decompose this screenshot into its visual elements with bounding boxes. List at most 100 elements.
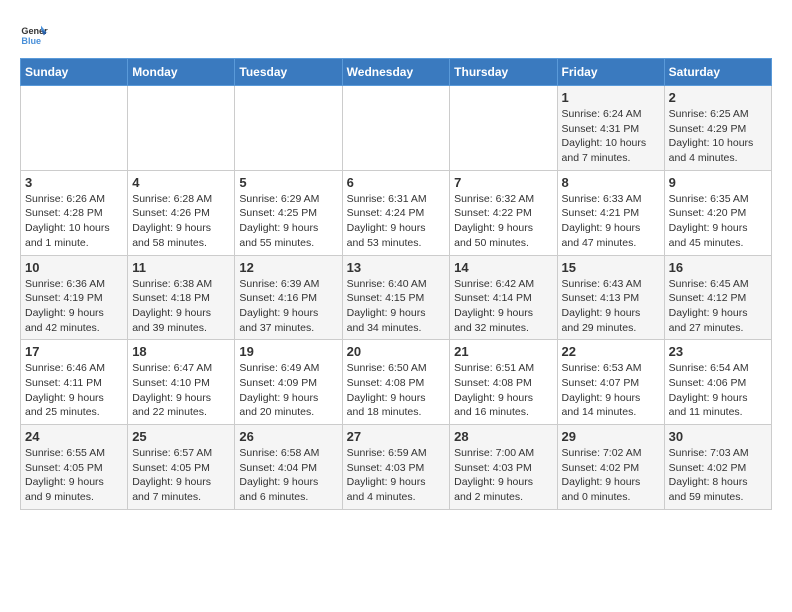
day-info: Sunrise: 6:51 AM Sunset: 4:08 PM Dayligh…: [454, 361, 552, 420]
day-number: 7: [454, 175, 552, 190]
calendar-cell: [235, 86, 342, 171]
calendar-cell: 21 Sunrise: 6:51 AM Sunset: 4:08 PM Dayli…: [450, 340, 557, 425]
day-info: Sunrise: 6:39 AM Sunset: 4:16 PM Dayligh…: [239, 277, 337, 336]
calendar-table: SundayMondayTuesdayWednesdayThursdayFrid…: [20, 58, 772, 510]
day-number: 21: [454, 344, 552, 359]
day-number: 2: [669, 90, 767, 105]
calendar-cell: 18 Sunrise: 6:47 AM Sunset: 4:10 PM Dayli…: [128, 340, 235, 425]
calendar-cell: [128, 86, 235, 171]
day-info: Sunrise: 6:25 AM Sunset: 4:29 PM Dayligh…: [669, 107, 767, 166]
day-number: 29: [562, 429, 660, 444]
day-info: Sunrise: 6:58 AM Sunset: 4:04 PM Dayligh…: [239, 446, 337, 505]
day-info: Sunrise: 6:33 AM Sunset: 4:21 PM Dayligh…: [562, 192, 660, 251]
calendar-week-row: 17 Sunrise: 6:46 AM Sunset: 4:11 PM Dayli…: [21, 340, 772, 425]
calendar-cell: 16Sunrise: 6:45 AM Sunset: 4:12 PM Dayli…: [664, 255, 771, 340]
day-info: Sunrise: 6:57 AM Sunset: 4:05 PM Dayligh…: [132, 446, 230, 505]
day-info: Sunrise: 6:50 AM Sunset: 4:08 PM Dayligh…: [347, 361, 446, 420]
day-info: Sunrise: 6:59 AM Sunset: 4:03 PM Dayligh…: [347, 446, 446, 505]
day-info: Sunrise: 7:03 AM Sunset: 4:02 PM Dayligh…: [669, 446, 767, 505]
day-info: Sunrise: 6:47 AM Sunset: 4:10 PM Dayligh…: [132, 361, 230, 420]
weekday-header-cell: Monday: [128, 59, 235, 86]
weekday-header-cell: Thursday: [450, 59, 557, 86]
day-info: Sunrise: 6:32 AM Sunset: 4:22 PM Dayligh…: [454, 192, 552, 251]
calendar-cell: 3 Sunrise: 6:26 AM Sunset: 4:28 PM Daylig…: [21, 170, 128, 255]
day-number: 30: [669, 429, 767, 444]
weekday-header-row: SundayMondayTuesdayWednesdayThursdayFrid…: [21, 59, 772, 86]
calendar-week-row: 3 Sunrise: 6:26 AM Sunset: 4:28 PM Daylig…: [21, 170, 772, 255]
day-number: 4: [132, 175, 230, 190]
day-info: Sunrise: 6:35 AM Sunset: 4:20 PM Dayligh…: [669, 192, 767, 251]
day-number: 23: [669, 344, 767, 359]
calendar-cell: 10 Sunrise: 6:36 AM Sunset: 4:19 PM Dayli…: [21, 255, 128, 340]
weekday-header-cell: Friday: [557, 59, 664, 86]
day-info: Sunrise: 7:00 AM Sunset: 4:03 PM Dayligh…: [454, 446, 552, 505]
calendar-cell: 24 Sunrise: 6:55 AM Sunset: 4:05 PM Dayli…: [21, 425, 128, 510]
calendar-cell: 28 Sunrise: 7:00 AM Sunset: 4:03 PM Dayli…: [450, 425, 557, 510]
day-number: 24: [25, 429, 123, 444]
weekday-header-cell: Tuesday: [235, 59, 342, 86]
calendar-cell: 7 Sunrise: 6:32 AM Sunset: 4:22 PM Daylig…: [450, 170, 557, 255]
day-number: 6: [347, 175, 446, 190]
day-number: 17: [25, 344, 123, 359]
calendar-week-row: 24 Sunrise: 6:55 AM Sunset: 4:05 PM Dayli…: [21, 425, 772, 510]
calendar-cell: [450, 86, 557, 171]
day-number: 13: [347, 260, 446, 275]
calendar-week-row: 1 Sunrise: 6:24 AM Sunset: 4:31 PM Daylig…: [21, 86, 772, 171]
day-info: Sunrise: 6:49 AM Sunset: 4:09 PM Dayligh…: [239, 361, 337, 420]
day-info: Sunrise: 6:28 AM Sunset: 4:26 PM Dayligh…: [132, 192, 230, 251]
day-number: 1: [562, 90, 660, 105]
calendar-cell: 19 Sunrise: 6:49 AM Sunset: 4:09 PM Dayli…: [235, 340, 342, 425]
day-info: Sunrise: 6:46 AM Sunset: 4:11 PM Dayligh…: [25, 361, 123, 420]
day-info: Sunrise: 6:31 AM Sunset: 4:24 PM Dayligh…: [347, 192, 446, 251]
calendar-cell: 27 Sunrise: 6:59 AM Sunset: 4:03 PM Dayli…: [342, 425, 450, 510]
calendar-cell: 1 Sunrise: 6:24 AM Sunset: 4:31 PM Daylig…: [557, 86, 664, 171]
day-info: Sunrise: 6:43 AM Sunset: 4:13 PM Dayligh…: [562, 277, 660, 336]
day-number: 28: [454, 429, 552, 444]
day-info: Sunrise: 6:26 AM Sunset: 4:28 PM Dayligh…: [25, 192, 123, 251]
logo: General Blue: [20, 20, 48, 48]
day-info: Sunrise: 6:29 AM Sunset: 4:25 PM Dayligh…: [239, 192, 337, 251]
day-number: 10: [25, 260, 123, 275]
calendar-cell: 6 Sunrise: 6:31 AM Sunset: 4:24 PM Daylig…: [342, 170, 450, 255]
day-info: Sunrise: 6:42 AM Sunset: 4:14 PM Dayligh…: [454, 277, 552, 336]
calendar-cell: 25 Sunrise: 6:57 AM Sunset: 4:05 PM Dayli…: [128, 425, 235, 510]
day-number: 26: [239, 429, 337, 444]
day-number: 12: [239, 260, 337, 275]
calendar-cell: 8Sunrise: 6:33 AM Sunset: 4:21 PM Daylig…: [557, 170, 664, 255]
day-number: 9: [669, 175, 767, 190]
day-number: 19: [239, 344, 337, 359]
calendar-cell: 11Sunrise: 6:38 AM Sunset: 4:18 PM Dayli…: [128, 255, 235, 340]
day-number: 20: [347, 344, 446, 359]
day-number: 18: [132, 344, 230, 359]
calendar-cell: 26 Sunrise: 6:58 AM Sunset: 4:04 PM Dayli…: [235, 425, 342, 510]
day-number: 5: [239, 175, 337, 190]
day-number: 11: [132, 260, 230, 275]
weekday-header-cell: Wednesday: [342, 59, 450, 86]
calendar-cell: 9 Sunrise: 6:35 AM Sunset: 4:20 PM Daylig…: [664, 170, 771, 255]
calendar-cell: 17 Sunrise: 6:46 AM Sunset: 4:11 PM Dayli…: [21, 340, 128, 425]
calendar-cell: [342, 86, 450, 171]
page-header: General Blue: [20, 20, 772, 48]
day-info: Sunrise: 6:55 AM Sunset: 4:05 PM Dayligh…: [25, 446, 123, 505]
calendar-cell: 20 Sunrise: 6:50 AM Sunset: 4:08 PM Dayli…: [342, 340, 450, 425]
day-number: 27: [347, 429, 446, 444]
day-info: Sunrise: 6:24 AM Sunset: 4:31 PM Dayligh…: [562, 107, 660, 166]
calendar-cell: 12 Sunrise: 6:39 AM Sunset: 4:16 PM Dayli…: [235, 255, 342, 340]
calendar-cell: 13Sunrise: 6:40 AM Sunset: 4:15 PM Dayli…: [342, 255, 450, 340]
calendar-cell: 5 Sunrise: 6:29 AM Sunset: 4:25 PM Daylig…: [235, 170, 342, 255]
calendar-body: 1 Sunrise: 6:24 AM Sunset: 4:31 PM Daylig…: [21, 86, 772, 510]
calendar-cell: 15 Sunrise: 6:43 AM Sunset: 4:13 PM Dayli…: [557, 255, 664, 340]
day-number: 15: [562, 260, 660, 275]
day-number: 14: [454, 260, 552, 275]
calendar-week-row: 10 Sunrise: 6:36 AM Sunset: 4:19 PM Dayli…: [21, 255, 772, 340]
day-number: 3: [25, 175, 123, 190]
day-info: Sunrise: 6:54 AM Sunset: 4:06 PM Dayligh…: [669, 361, 767, 420]
day-number: 25: [132, 429, 230, 444]
calendar-cell: 22Sunrise: 6:53 AM Sunset: 4:07 PM Dayli…: [557, 340, 664, 425]
calendar-cell: 29 Sunrise: 7:02 AM Sunset: 4:02 PM Dayli…: [557, 425, 664, 510]
day-info: Sunrise: 7:02 AM Sunset: 4:02 PM Dayligh…: [562, 446, 660, 505]
day-info: Sunrise: 6:36 AM Sunset: 4:19 PM Dayligh…: [25, 277, 123, 336]
logo-icon: General Blue: [20, 20, 48, 48]
calendar-cell: 23 Sunrise: 6:54 AM Sunset: 4:06 PM Dayli…: [664, 340, 771, 425]
weekday-header-cell: Sunday: [21, 59, 128, 86]
